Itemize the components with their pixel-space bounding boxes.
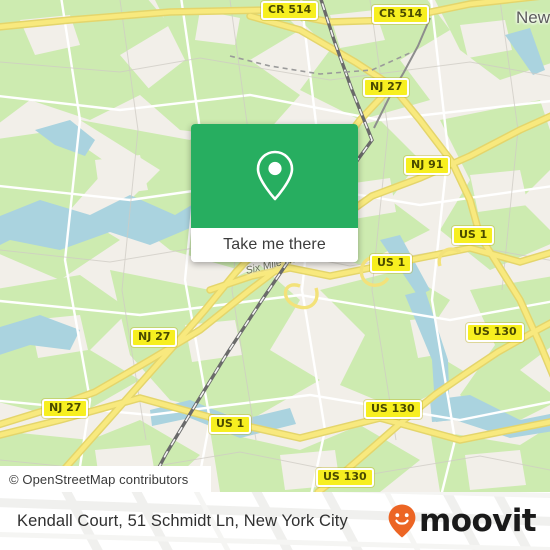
road-shield-us1-c[interactable]: US 1 (209, 415, 252, 434)
road-shield-us130-b[interactable]: US 130 (364, 400, 422, 419)
card-pin-area (191, 124, 358, 228)
moovit-map-screen: New Six Mile Run CR 514 CR 514 NJ 27 NJ … (0, 0, 550, 550)
footer-bar: Kendall Court, 51 Schmidt Ln, New York C… (0, 492, 550, 550)
place-label-new: New (516, 8, 550, 27)
road-shield-us1-b[interactable]: US 1 (370, 254, 413, 273)
footer-address: Kendall Court, 51 Schmidt Ln, New York C… (17, 492, 348, 550)
take-me-there-label: Take me there (223, 236, 326, 253)
map-viewport[interactable]: New Six Mile Run CR 514 CR 514 NJ 27 NJ … (0, 0, 550, 492)
road-shield-us130-c[interactable]: US 130 (316, 468, 374, 487)
road-shield-nj27-b[interactable]: NJ 27 (131, 328, 178, 347)
road-shield-us130-a[interactable]: US 130 (466, 323, 524, 342)
location-pin-icon (256, 150, 293, 201)
road-shield-nj27-a[interactable]: NJ 27 (363, 78, 410, 97)
footer-address-text: Kendall Court, 51 Schmidt Ln, New York C… (17, 511, 348, 530)
road-shield-nj27-c[interactable]: NJ 27 (42, 399, 89, 418)
road-shield-cr514-b[interactable]: CR 514 (372, 5, 430, 24)
attribution-text: © OpenStreetMap contributors (9, 471, 189, 487)
road-shield-cr514-a[interactable]: CR 514 (261, 1, 319, 20)
moovit-wordmark: moovit (419, 502, 537, 539)
moovit-logo[interactable]: moovit (387, 492, 537, 550)
take-me-there-button[interactable]: Take me there (191, 228, 358, 262)
road-shield-nj91[interactable]: NJ 91 (404, 156, 451, 175)
destination-card[interactable]: Take me there (191, 124, 358, 262)
moovit-smiley-pin-icon (388, 504, 416, 538)
road-shield-us1-a[interactable]: US 1 (452, 226, 495, 245)
map-attribution: © OpenStreetMap contributors (0, 466, 211, 492)
